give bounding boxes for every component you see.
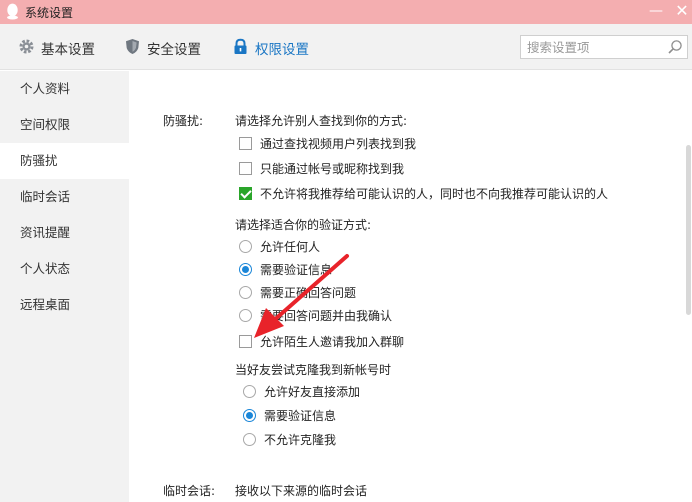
option-label: 允许好友直接添加 (264, 385, 361, 399)
sidebar-item-profile[interactable]: 个人资料 (0, 71, 129, 107)
option-label: 需要验证信息 (260, 263, 333, 277)
settings-content: 防骚扰: 请选择允许别人查找到你的方式: 通过查找视频用户列表找到我 只能通过帐… (129, 71, 692, 502)
sidebar: 个人资料 空间权限 防骚扰 临时会话 资讯提醒 个人状态 远程桌面 (0, 71, 129, 502)
sidebar-item-remote-desktop[interactable]: 远程桌面 (0, 287, 129, 323)
search-input[interactable] (527, 38, 663, 56)
lock-icon (234, 38, 247, 54)
shield-icon (126, 39, 139, 54)
radio-button[interactable] (243, 433, 256, 446)
option-label: 允许任何人 (260, 240, 321, 254)
section-label-temp-chat: 临时会话: (163, 484, 216, 498)
checkbox[interactable] (239, 137, 252, 150)
title-bar: 系统设置 — ✕ (0, 0, 692, 24)
find-method-prompt: 请选择允许别人查找到你的方式: (235, 114, 408, 128)
radio-button[interactable] (239, 309, 252, 322)
verify-method-prompt: 请选择适合你的验证方式: (235, 218, 372, 232)
sidebar-item-news-alerts[interactable]: 资讯提醒 (0, 215, 129, 251)
section-label-anti-harassment: 防骚扰: (163, 114, 204, 128)
option-label: 不允许克隆我 (264, 433, 337, 447)
checkbox[interactable] (239, 162, 252, 175)
option-label: 不允许将我推荐给可能认识的人，同时也不向我推荐可能认识的人 (260, 187, 609, 201)
temp-chat-prompt: 接收以下来源的临时会话 (235, 484, 368, 498)
sidebar-item-anti-harassment[interactable]: 防骚扰 (0, 143, 129, 179)
sidebar-item-personal-status[interactable]: 个人状态 (0, 251, 129, 287)
gear-icon (19, 39, 34, 54)
tab-security-settings[interactable]: 安全设置 (124, 37, 206, 58)
checkbox[interactable] (239, 335, 252, 348)
clone-prompt: 当好友尝试克隆我到新帐号时 (235, 363, 392, 377)
radio-button[interactable] (239, 240, 252, 253)
option-label: 需要回答问题并由我确认 (260, 309, 393, 323)
app-logo-icon (7, 3, 18, 20)
option-label: 只能通过帐号或昵称找到我 (260, 162, 405, 176)
vertical-scrollbar[interactable] (686, 145, 691, 315)
search-icon[interactable] (667, 39, 683, 55)
sidebar-item-space-permission[interactable]: 空间权限 (0, 107, 129, 143)
toolbar: 基本设置 安全设置 权限设置 (0, 24, 692, 70)
window-title: 系统设置 (25, 6, 74, 20)
radio-button-selected[interactable] (243, 409, 256, 422)
option-label: 需要正确回答问题 (260, 286, 357, 300)
checkbox-checked[interactable] (239, 187, 252, 200)
minimize-button[interactable]: — (644, 0, 668, 24)
tab-label: 安全设置 (147, 42, 201, 58)
close-button[interactable]: ✕ (670, 0, 692, 24)
tab-permission-settings[interactable]: 权限设置 (232, 37, 314, 58)
option-label: 允许陌生人邀请我加入群聊 (260, 335, 405, 349)
search-box (520, 35, 688, 59)
radio-button-selected[interactable] (239, 263, 252, 276)
tab-label: 权限设置 (255, 42, 309, 58)
tab-basic-settings[interactable]: 基本设置 (18, 37, 100, 58)
tab-label: 基本设置 (41, 42, 95, 58)
radio-button[interactable] (239, 286, 252, 299)
option-label: 通过查找视频用户列表找到我 (260, 137, 417, 151)
sidebar-item-temp-chat[interactable]: 临时会话 (0, 179, 129, 215)
radio-button[interactable] (243, 385, 256, 398)
option-label: 需要验证信息 (264, 409, 337, 423)
